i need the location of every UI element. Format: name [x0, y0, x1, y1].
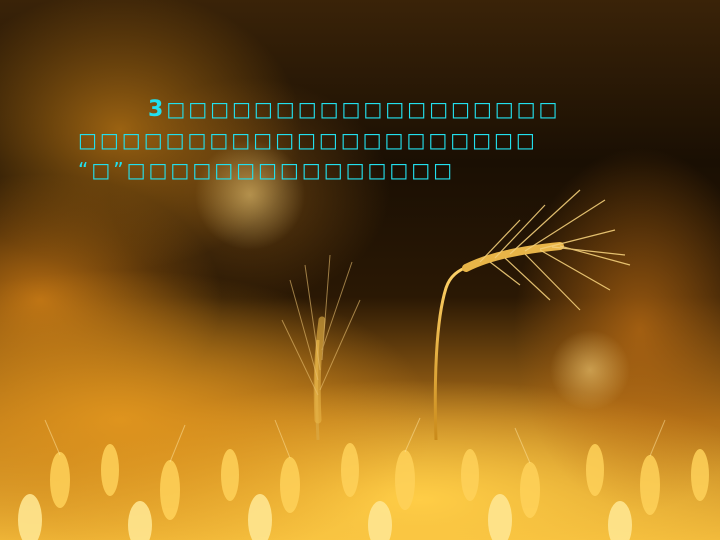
text-line-1: 3□□□□□□□□□□□□□□□□□□	[78, 94, 557, 125]
wheat-field-image	[18, 140, 709, 540]
item-number: 3	[148, 97, 167, 122]
text-line-3-body: □□□□□□□□□□□□□□□	[126, 158, 456, 182]
slide-text: 3□□□□□□□□□□□□□□□□□□ □□□□□□□□□□□□□□□□□□□□…	[78, 94, 557, 185]
slide: 3□□□□□□□□□□□□□□□□□□ □□□□□□□□□□□□□□□□□□□□…	[0, 0, 720, 540]
text-line-1-body: □□□□□□□□□□□□□□□□□□	[166, 97, 561, 121]
text-line-2: □□□□□□□□□□□□□□□□□□□□□	[78, 125, 548, 155]
text-line-2-body: □□□□□□□□□□□□□□□□□□□□□	[78, 128, 538, 152]
quoted-term: “□”	[78, 158, 127, 182]
text-line-3: “□”□□□□□□□□□□□□□□□	[78, 155, 548, 185]
